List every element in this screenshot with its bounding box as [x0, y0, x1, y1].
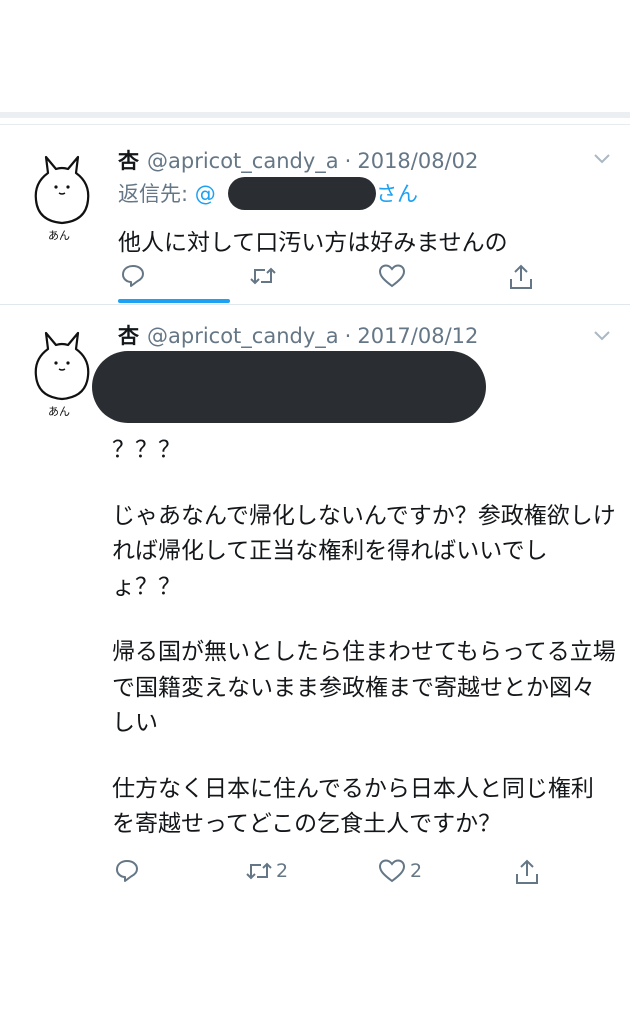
reply-icon: [116, 860, 138, 882]
share-button[interactable]: [514, 858, 540, 886]
avatar[interactable]: あん: [26, 321, 98, 418]
user-handle[interactable]: @apricot_candy_a: [147, 149, 339, 173]
like-count: 2: [410, 860, 423, 882]
active-reply-underline: [118, 299, 230, 303]
avatar[interactable]: あん: [26, 145, 98, 242]
tweet[interactable]: あん 杏 @apricot_candy_a · 2017/08/12 ？？？ じゃあな…: [0, 307, 630, 1018]
more-menu-button[interactable]: [592, 151, 612, 165]
retweet-icon: [246, 862, 272, 880]
cat-avatar-icon: あん: [34, 331, 90, 418]
cat-avatar-icon: あん: [34, 155, 90, 242]
tweet-actions: 2 2: [0, 858, 630, 898]
more-menu-button[interactable]: [592, 328, 612, 342]
heart-icon: [378, 264, 406, 288]
reply-button[interactable]: [120, 263, 146, 289]
retweet-button[interactable]: [248, 263, 278, 289]
dot-separator: ·: [344, 149, 352, 173]
share-button[interactable]: [508, 263, 534, 291]
avatar-label: あん: [48, 405, 70, 417]
tweet-date[interactable]: 2017/08/12: [357, 324, 478, 348]
dot-separator: ·: [344, 324, 352, 348]
redaction-bar: [228, 177, 376, 210]
tweet[interactable]: あん 杏 @apricot_candy_a · 2018/08/02 返信先: @ さ…: [0, 125, 630, 305]
share-icon: [516, 859, 538, 884]
retweet-button[interactable]: 2: [244, 858, 288, 884]
chevron-down-icon: [594, 154, 610, 164]
reply-context: 返信先: @ さん: [118, 178, 418, 208]
user-handle[interactable]: @apricot_candy_a: [147, 324, 339, 348]
tweet-header: 杏 @apricot_candy_a · 2018/08/02: [118, 145, 478, 175]
reply-icon: [122, 265, 144, 287]
tweet-text: 他人に対して口汚い方は好みませんの: [118, 230, 508, 256]
tweet-date[interactable]: 2018/08/02: [357, 149, 478, 173]
tweet-paragraph: 帰る国が無いとしたら住まわせてもらってる立場で国籍変えないまま参政権まで寄越せと…: [112, 639, 616, 736]
reply-prefix: 返信先:: [118, 182, 189, 206]
like-button[interactable]: [378, 263, 406, 289]
chevron-down-icon: [594, 331, 610, 341]
display-name[interactable]: 杏: [118, 324, 139, 348]
top-blank-area: [0, 0, 630, 112]
section-separator: [0, 112, 630, 118]
tweet-text: ？？？ じゃあなんで帰化しないんですか？参政権欲しければ帰化して正当な権利を得れ…: [112, 433, 616, 873]
tweet-paragraph: ？？？: [112, 437, 181, 463]
reply-button[interactable]: [114, 858, 140, 884]
share-icon: [510, 264, 532, 289]
retweet-icon: [250, 267, 276, 285]
avatar-label: あん: [48, 229, 70, 241]
display-name[interactable]: 杏: [118, 149, 139, 173]
tweet-divider: [0, 304, 630, 305]
like-button[interactable]: 2: [378, 858, 422, 884]
reply-suffix: さん: [376, 182, 418, 206]
reply-handle[interactable]: @: [195, 182, 216, 206]
tweet-actions: [0, 263, 630, 303]
heart-icon: [378, 859, 406, 883]
retweet-count: 2: [276, 860, 289, 882]
tweet-paragraph: じゃあなんで帰化しないんですか？参政権欲しければ帰化して正当な権利を得ればいいで…: [112, 502, 616, 600]
tweet-header: 杏 @apricot_candy_a · 2017/08/12: [118, 320, 478, 350]
tweet-paragraph: 仕方なく日本に住んでるから日本人と同じ権利を寄越せってどこの乞食土人ですか？: [112, 775, 594, 838]
redaction-bar: [92, 351, 486, 423]
